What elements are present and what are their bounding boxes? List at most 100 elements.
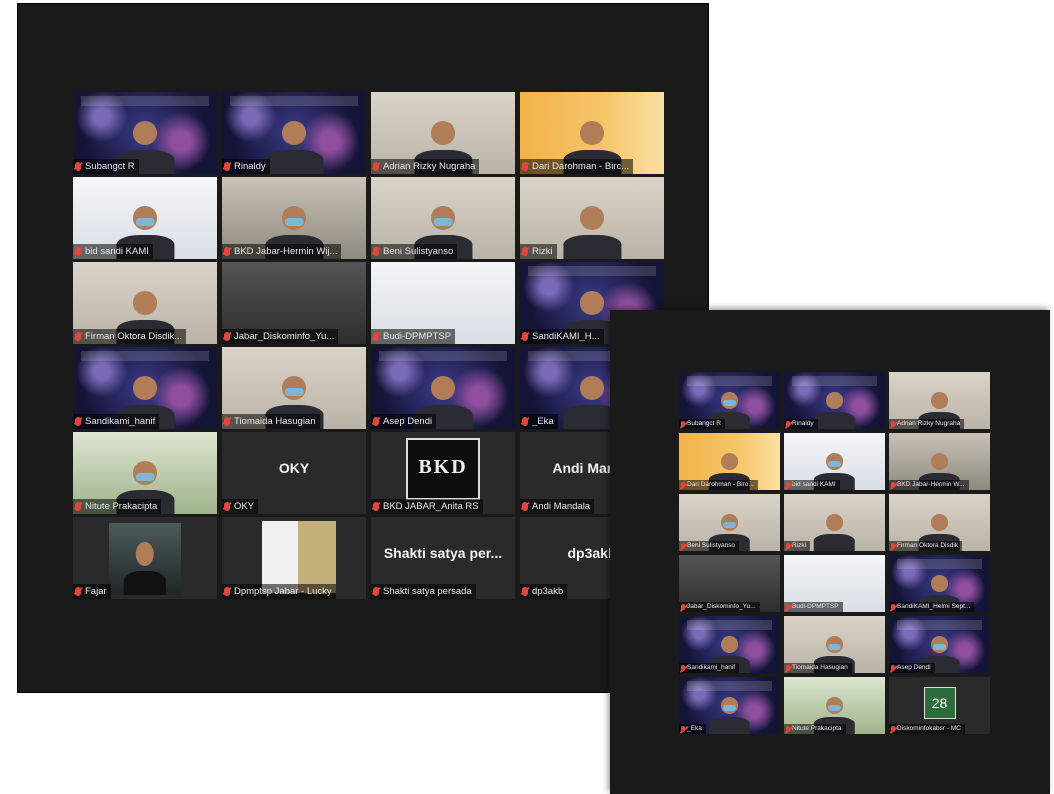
participant-tile[interactable]: Firman Oktora Disdik: [889, 494, 990, 551]
mic-muted-icon: [373, 162, 379, 171]
participant-tile[interactable]: Beni Sulistyanso: [371, 177, 515, 259]
participant-name-tag: Tiomaida Hasugian: [222, 414, 320, 429]
participant-tile[interactable]: Tiomaida Hasugian: [222, 347, 366, 429]
participant-name: Adrian Rizky Nugraha: [897, 420, 961, 427]
participant-tile[interactable]: Subangct R: [73, 92, 217, 174]
participant-tile[interactable]: Rinaldy: [222, 92, 366, 174]
mic-muted-icon: [522, 332, 528, 341]
mic-muted-icon: [786, 543, 790, 549]
participant-tile[interactable]: Rizki: [784, 494, 885, 551]
participant-video-person: [810, 511, 858, 551]
participant-tile[interactable]: Sandikami_hanif: [679, 616, 780, 673]
mic-muted-icon: [75, 417, 81, 426]
participant-tile[interactable]: Nitute Prakacipta: [73, 432, 217, 514]
mic-muted-icon: [681, 726, 685, 732]
participant-name: Nitute Prakacipta: [792, 725, 842, 732]
participant-tile[interactable]: Subangct R: [679, 372, 780, 429]
participant-tile[interactable]: Asep Dendi: [371, 347, 515, 429]
participant-tile[interactable]: Dari Darohman - Birc...: [520, 92, 664, 174]
participant-tile[interactable]: Tiomaida Hasugian: [784, 616, 885, 673]
participant-tile[interactable]: Budi-DPMPTSP: [371, 262, 515, 344]
participant-tile[interactable]: bid sandi KAMI: [73, 177, 217, 259]
background-banner: [897, 620, 982, 630]
background-banner: [897, 559, 982, 569]
participant-tile[interactable]: _Eka: [679, 677, 780, 734]
participant-name: Rizki: [792, 542, 807, 549]
participant-name-tag: Subangct R: [679, 419, 725, 429]
profile-logo: 28: [923, 687, 956, 719]
participant-name: Shakti satya persada: [383, 586, 472, 597]
participant-tile[interactable]: Dari Darohman - Biro...: [679, 433, 780, 490]
participant-name-tag: dp3akb: [520, 584, 568, 599]
mic-muted-icon: [373, 417, 379, 426]
participant-tile[interactable]: Dpmptsp Jabar - Lucky: [222, 517, 366, 599]
mic-muted-icon: [224, 247, 230, 256]
mic-muted-icon: [522, 162, 528, 171]
participant-tile[interactable]: Shakti satya per... Shakti satya persada: [371, 517, 515, 599]
participant-name: Rinaldy: [792, 420, 814, 427]
participant-name-tag: Nitute Prakacipta: [73, 499, 162, 514]
mic-muted-icon: [224, 162, 230, 171]
participant-tile[interactable]: Sandikami_hanif: [73, 347, 217, 429]
participant-name: OKY: [234, 501, 255, 512]
participant-tile[interactable]: Budi-DPMPTSP: [784, 555, 885, 612]
participant-name: Asep Dendi: [897, 664, 931, 671]
mic-muted-icon: [75, 162, 81, 171]
participant-name: Diskominfokabsr - MC: [897, 725, 961, 732]
participant-tile[interactable]: 28 Diskominfokabsr - MC: [889, 677, 990, 734]
participant-name: Subangct R: [85, 161, 135, 172]
participant-tile[interactable]: Rizki: [520, 177, 664, 259]
participant-tile[interactable]: Adrian Rizky Nugraha: [371, 92, 515, 174]
participant-name-tag: SandiKAMI_Helmi Sept...: [889, 602, 975, 612]
participant-name-tag: BKD Jabar-Hermin Wij...: [222, 244, 342, 259]
participant-name-tag: Subangct R: [73, 159, 139, 174]
participant-tile[interactable]: Fajar: [73, 517, 217, 599]
participant-name-tag: Asep Dendi: [889, 663, 935, 673]
participant-name: SandiKAMI_H...: [532, 331, 600, 342]
participant-name: Tiomaida Hasugian: [234, 416, 316, 427]
participant-name-tag: bid sandi KAMI: [73, 244, 153, 259]
participant-tile[interactable]: BKD BKD JABAR_Anita RS: [371, 432, 515, 514]
participant-name-tag: Shakti satya persada: [371, 584, 476, 599]
participant-name: Rinaldy: [234, 161, 266, 172]
participant-tile[interactable]: bid sandi KAMI: [784, 433, 885, 490]
participant-name: BKD Jabar-Hermin Wij...: [234, 246, 338, 257]
mic-muted-icon: [891, 543, 895, 549]
participant-name-tag: Dpmptsp Jabar - Lucky: [222, 584, 336, 599]
background-banner: [81, 96, 209, 106]
participant-name-tag: Adrian Rizky Nugraha: [889, 419, 965, 429]
background-banner: [687, 376, 772, 386]
participant-tile[interactable]: Jabar_Diskominfo_Yu...: [222, 262, 366, 344]
participant-tile[interactable]: Firman Oktora Disdik...: [73, 262, 217, 344]
participant-tile[interactable]: BKD Jabar-Hermin W...: [889, 433, 990, 490]
participant-name-tag: Adrian Rizky Nugraha: [371, 159, 480, 174]
participant-tile[interactable]: OKY OKY: [222, 432, 366, 514]
participant-tile[interactable]: Rinaldy: [784, 372, 885, 429]
participant-tile[interactable]: Adrian Rizky Nugraha: [889, 372, 990, 429]
participant-name-tag: Budi-DPMPTSP: [371, 329, 456, 344]
mic-muted-icon: [373, 247, 379, 256]
participant-name-tag: Rinaldy: [784, 419, 818, 429]
mic-muted-icon: [224, 587, 230, 596]
participant-name: SandiKAMI_Helmi Sept...: [897, 603, 971, 610]
mic-muted-icon: [891, 726, 895, 732]
mic-muted-icon: [891, 604, 895, 610]
background-banner: [687, 681, 772, 691]
participant-tile[interactable]: Nitute Prakacipta: [784, 677, 885, 734]
participant-name-tag: _Eka: [679, 724, 706, 734]
participant-name-tag: Dari Darohman - Biro...: [679, 480, 758, 490]
participant-name-tag: _Eka: [520, 414, 558, 429]
mic-muted-icon: [891, 421, 895, 427]
participant-tile[interactable]: Beni Sulistyanso: [679, 494, 780, 551]
participant-name: BKD JABAR_Anita RS: [383, 501, 479, 512]
participant-tile[interactable]: Asep Dendi: [889, 616, 990, 673]
mic-muted-icon: [522, 502, 528, 511]
participant-tile[interactable]: Jabar_Diskominfo_Yu...: [679, 555, 780, 612]
participant-tile[interactable]: BKD Jabar-Hermin Wij...: [222, 177, 366, 259]
participant-name: Budi-DPMPTSP: [383, 331, 452, 342]
mic-muted-icon: [786, 421, 790, 427]
participant-tile[interactable]: SandiKAMI_Helmi Sept...: [889, 555, 990, 612]
participant-display-name: OKY: [278, 459, 310, 476]
participant-name: Subangct R: [687, 420, 721, 427]
background-banner: [379, 351, 507, 361]
